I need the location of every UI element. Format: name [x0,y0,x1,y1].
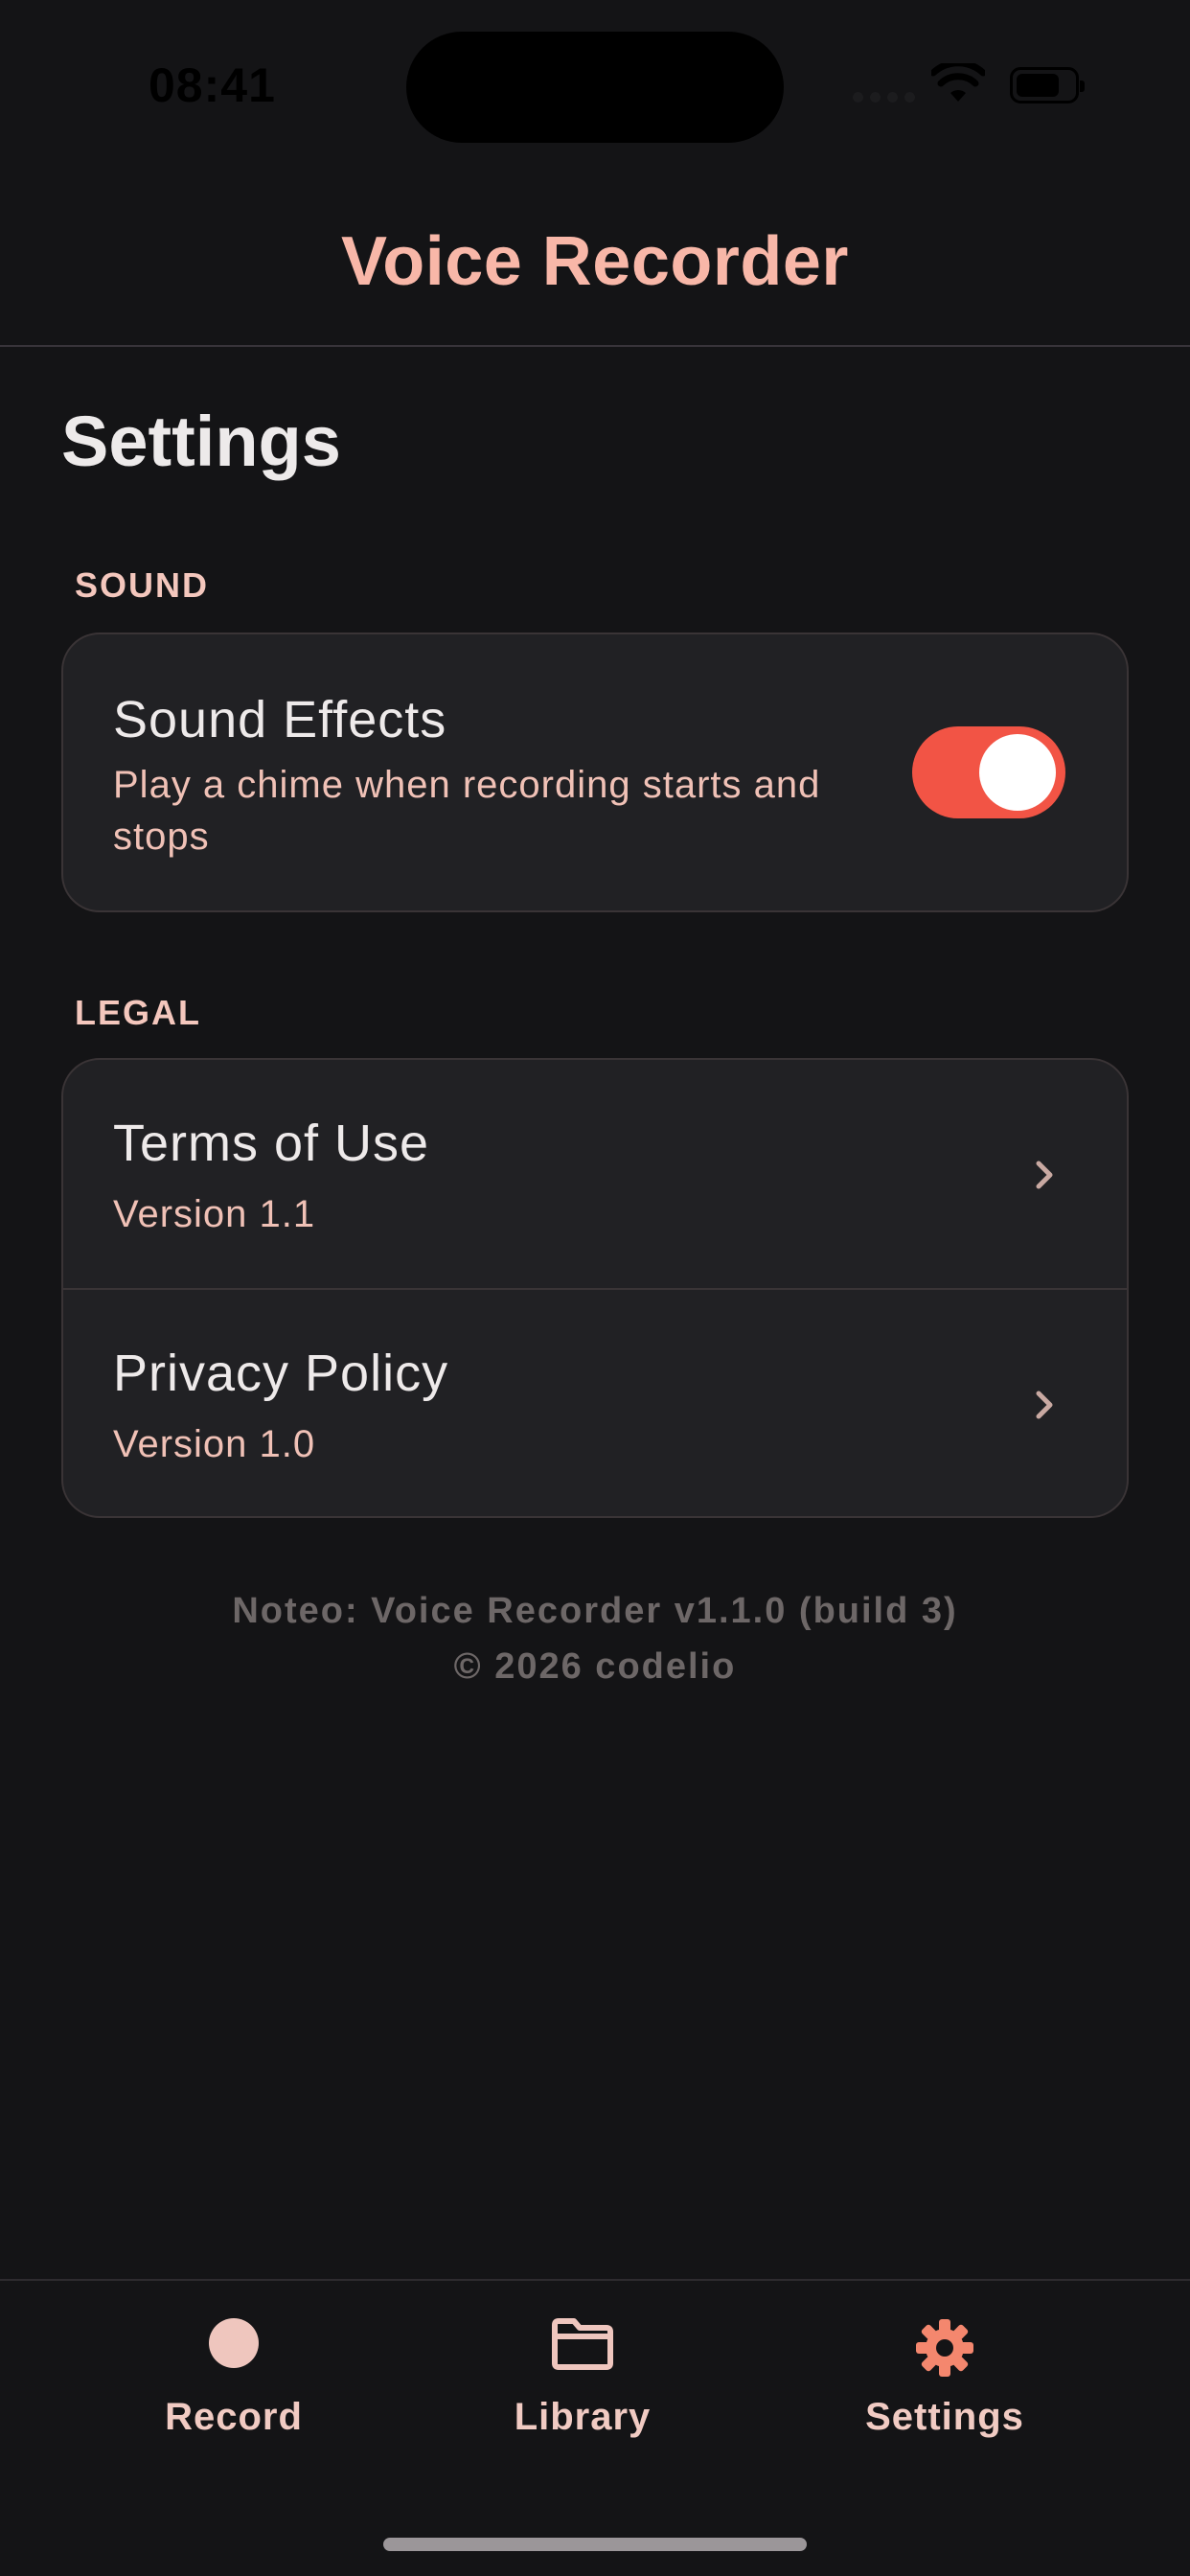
terms-of-use-row[interactable]: Terms of Use Version 1.1 [63,1060,1127,1288]
gear-icon [916,2319,973,2377]
tab-settings[interactable]: Settings [830,2281,1060,2472]
status-time: 08:41 [149,58,276,112]
signal-icon [853,92,915,103]
battery-icon [1010,67,1085,104]
chevron-right-icon [1036,1161,1053,1189]
section-label-sound: SOUND [75,565,210,605]
sound-effects-description-line2: stops [113,816,210,858]
privacy-policy-title: Privacy Policy [113,1345,449,1402]
chevron-right-icon [1036,1391,1053,1419]
wifi-icon [931,63,985,102]
sound-card: Sound Effects Play a chime when recordin… [61,632,1129,912]
sound-effects-row: Sound Effects Play a chime when recordin… [63,634,1127,910]
page-title: Settings [61,402,341,481]
toggle-knob [979,734,1056,811]
copyright-text: © 2026 codelio [453,1646,737,1687]
app-version-info: Noteo: Voice Recorder v1.1.0 (build 3) ©… [0,1583,1190,1694]
tab-bar: Record Library Settings [0,2279,1190,2576]
home-indicator[interactable] [383,2538,807,2551]
record-dot-icon [209,2318,259,2368]
sound-effects-description-line1: Play a chime when recording starts and [113,764,821,806]
settings-screen: 08:41 Voice Recorder Settings SOUND Soun… [0,0,1190,2576]
tab-label-library: Library [514,2396,652,2438]
section-label-legal: LEGAL [75,993,201,1032]
privacy-policy-version: Version 1.0 [113,1423,316,1465]
legal-card: Terms of Use Version 1.1 Privacy Policy … [61,1058,1129,1518]
tab-library[interactable]: Library [468,2281,698,2472]
tab-record[interactable]: Record [119,2281,349,2472]
tab-label-settings: Settings [865,2396,1024,2438]
version-text: Noteo: Voice Recorder v1.1.0 (build 3) [232,1591,958,1631]
terms-of-use-version: Version 1.1 [113,1193,316,1235]
sound-effects-toggle[interactable] [912,726,1065,818]
status-bar: 08:41 [0,0,1190,144]
app-title: Voice Recorder [341,223,849,300]
dynamic-island [406,32,784,143]
folder-icon [552,2318,613,2370]
terms-of-use-title: Terms of Use [113,1115,430,1172]
app-header: Voice Recorder [0,192,1190,347]
sound-effects-title: Sound Effects [113,691,447,748]
tab-label-record: Record [165,2396,303,2438]
privacy-policy-row[interactable]: Privacy Policy Version 1.0 [63,1288,1127,1516]
